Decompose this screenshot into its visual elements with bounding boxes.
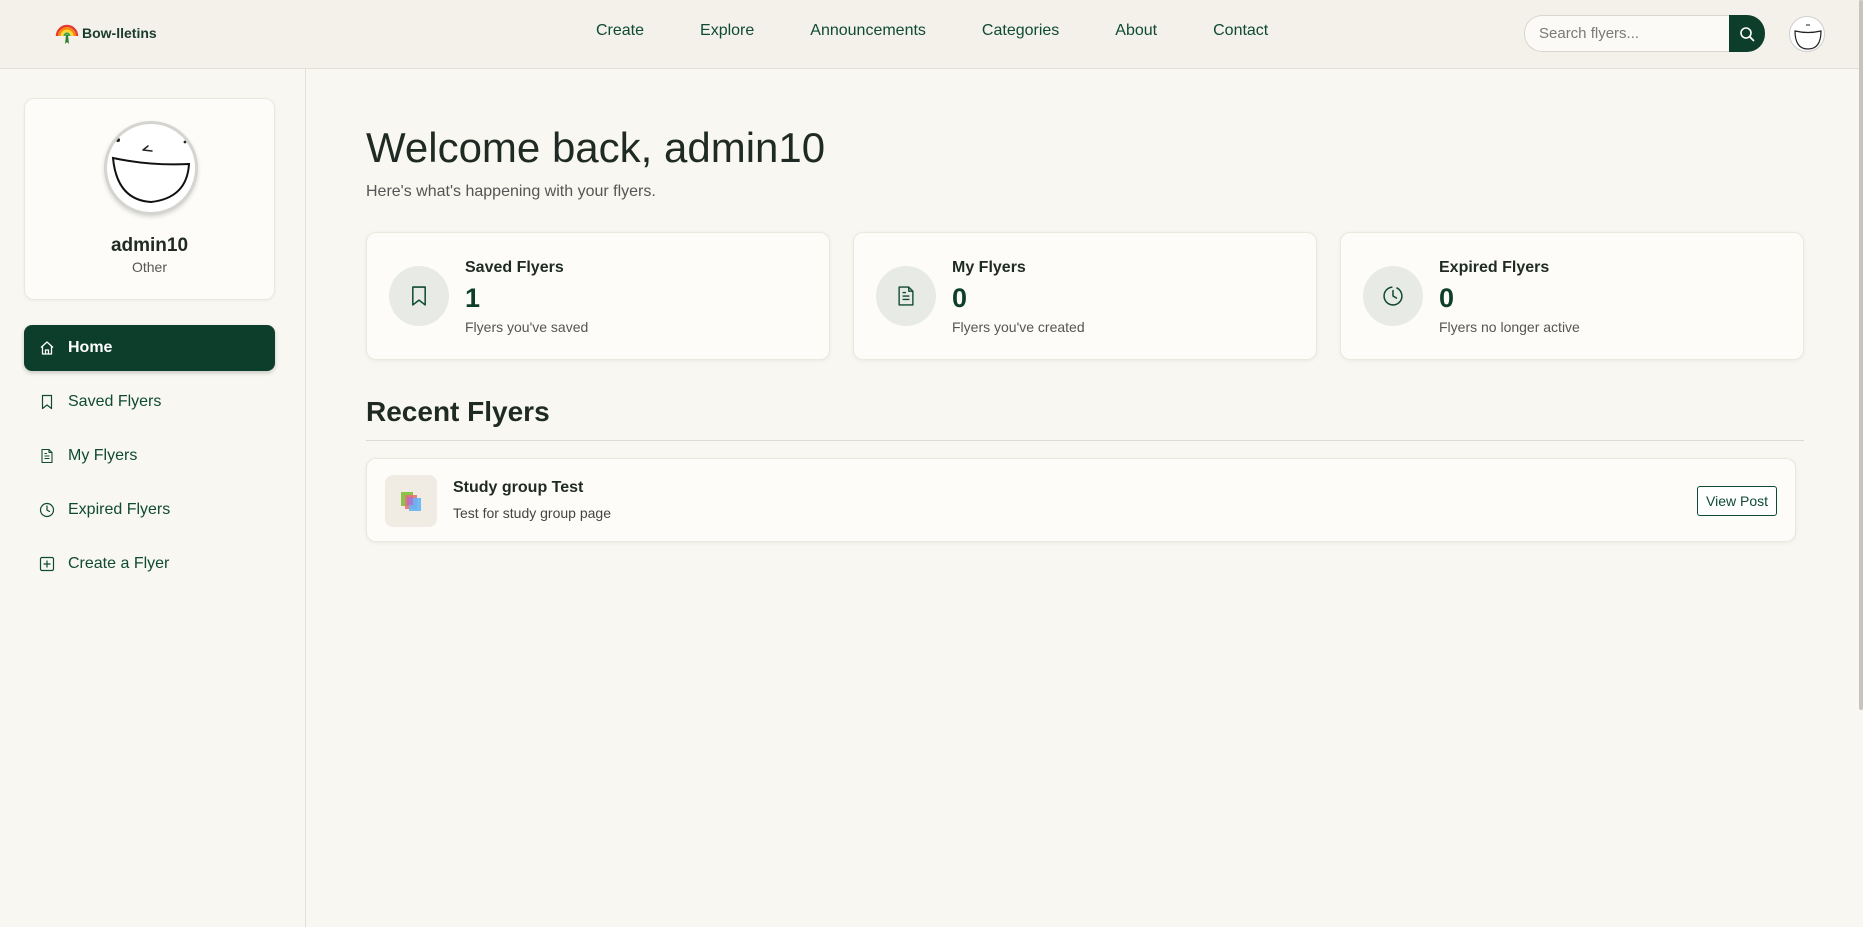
sidebar-item-expired-flyers[interactable]: Expired Flyers — [24, 487, 275, 533]
stat-value: 1 — [465, 283, 481, 313]
brand-logo[interactable]: Bow-lletins — [54, 20, 157, 46]
nav-categories[interactable]: Categories — [982, 22, 1059, 40]
sidebar-item-label: Home — [68, 339, 113, 356]
stat-title: My Flyers — [952, 259, 1026, 276]
home-icon — [38, 339, 56, 357]
plus-square-icon — [38, 555, 56, 573]
sidebar-item-label: Saved Flyers — [68, 393, 162, 410]
view-post-button[interactable]: View Post — [1697, 486, 1777, 516]
main-nav: Create Explore Announcements Categories … — [596, 22, 1268, 40]
search-input[interactable] — [1539, 25, 1729, 42]
stat-title: Expired Flyers — [1439, 259, 1550, 276]
search-button[interactable] — [1729, 15, 1765, 52]
sidebar-item-home[interactable]: Home — [24, 325, 275, 371]
stat-desc: Flyers you've saved — [465, 319, 589, 335]
nav-announcements[interactable]: Announcements — [810, 22, 926, 40]
section-divider — [366, 440, 1804, 441]
rainbow-logo-icon — [55, 24, 79, 44]
top-navbar: Bow-lletins Create Explore Announcements… — [0, 0, 1863, 69]
nav-explore[interactable]: Explore — [700, 22, 754, 40]
user-avatar-button[interactable] — [1789, 16, 1825, 52]
bookmark-icon — [38, 393, 56, 411]
flyer-thumbnail-icon — [385, 475, 437, 527]
search-box — [1524, 15, 1729, 52]
recent-flyers-heading: Recent Flyers — [366, 396, 550, 427]
stat-desc: Flyers no longer active — [1439, 319, 1580, 335]
nav-create[interactable]: Create — [596, 22, 644, 40]
bookmark-icon — [389, 266, 449, 326]
sidebar-item-saved-flyers[interactable]: Saved Flyers — [24, 379, 275, 425]
list-item[interactable]: Study group Test Test for study group pa… — [366, 458, 1796, 542]
sidebar-item-label: Expired Flyers — [68, 501, 171, 518]
flyer-title: Study group Test — [453, 479, 584, 496]
clock-icon — [1363, 266, 1423, 326]
scrollbar[interactable] — [1859, 0, 1863, 710]
document-icon — [38, 447, 56, 465]
document-icon — [876, 266, 936, 326]
stat-title: Saved Flyers — [465, 259, 564, 276]
sidebar-item-label: My Flyers — [68, 447, 138, 464]
stat-card-my-flyers[interactable]: My Flyers 0 Flyers you've created — [853, 232, 1317, 360]
page-subtitle: Here's what's happening with your flyers… — [366, 183, 656, 200]
sidebar-item-label: Create a Flyer — [68, 555, 170, 572]
profile-name: admin10 — [110, 235, 189, 256]
sidebar-item-my-flyers[interactable]: My Flyers — [24, 433, 275, 479]
page-title: Welcome back, admin10 — [366, 124, 826, 171]
nav-contact[interactable]: Contact — [1213, 22, 1268, 40]
stat-desc: Flyers you've created — [952, 319, 1085, 335]
brand-name: Bow-lletins — [82, 25, 157, 41]
avatar-face-icon — [1794, 24, 1822, 50]
profile-avatar — [104, 121, 198, 215]
sidebar-item-create-flyer[interactable]: Create a Flyer — [24, 541, 275, 587]
sidebar: admin10 Other Home Saved Flyers My Flyer… — [0, 69, 306, 927]
stat-card-saved[interactable]: Saved Flyers 1 Flyers you've saved — [366, 232, 830, 360]
stat-card-expired[interactable]: Expired Flyers 0 Flyers no longer active — [1340, 232, 1804, 360]
avatar-face-icon — [111, 138, 191, 204]
stat-value: 0 — [952, 283, 968, 313]
search-icon — [1740, 26, 1755, 41]
nav-about[interactable]: About — [1115, 22, 1157, 40]
flyer-description: Test for study group page — [453, 505, 611, 521]
clock-icon — [38, 501, 56, 519]
stat-value: 0 — [1439, 283, 1455, 313]
profile-role: Other — [131, 259, 167, 275]
profile-card: admin10 Other — [24, 98, 275, 300]
